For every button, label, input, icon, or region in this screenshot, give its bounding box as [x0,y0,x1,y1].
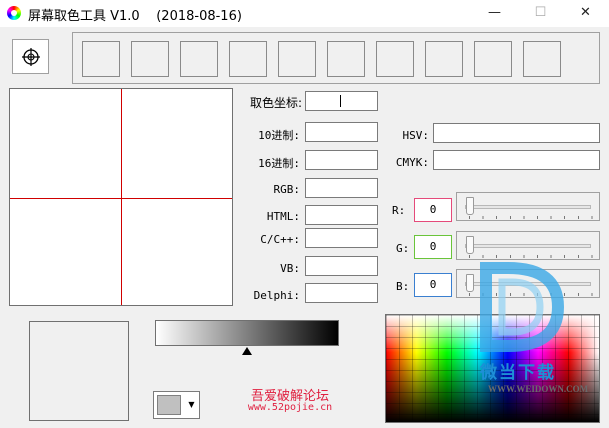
rgb-field[interactable] [305,178,378,198]
r-slider-thumb[interactable] [466,197,474,215]
maximize-button[interactable]: ☐ [518,0,563,27]
delphi-field[interactable] [305,283,378,303]
r-slider-ticks [469,216,593,219]
color-preview-box [29,321,129,421]
watermark-text: 微当下载 [480,363,556,383]
forum-url-link[interactable]: www.52pojie.cn [230,402,350,413]
recent-color-swatch[interactable] [327,41,365,77]
coord-field[interactable] [305,91,378,111]
html-field[interactable] [305,205,378,225]
chevron-down-icon[interactable]: ▼ [185,393,198,417]
g-slider-track [465,244,591,248]
recent-color-swatch[interactable] [131,41,169,77]
watermark-d-logo-icon [480,262,565,352]
cmyk-label: CMYK: [395,156,429,169]
g-slider-thumb[interactable] [466,236,474,254]
crosshair-target-icon [22,48,40,66]
b-value-field[interactable]: 0 [414,273,452,297]
cpp-label: C/C++: [260,233,300,246]
coord-label: 取色坐标: [249,96,302,110]
r-slider-track [465,205,591,209]
hex-field[interactable] [305,150,378,170]
recent-color-swatch[interactable] [474,41,512,77]
cmyk-field[interactable] [433,150,600,170]
rgb-label: RGB: [273,183,301,196]
app-color-wheel-icon [7,6,21,20]
recent-color-swatch[interactable] [82,41,120,77]
grayscale-marker-icon [242,347,252,355]
recent-color-swatch[interactable] [278,41,316,77]
minimize-button[interactable]: — [472,0,517,27]
g-value-field[interactable]: 0 [414,235,452,259]
window-title: 屏幕取色工具 V1.0 (2018-08-16) [28,9,242,24]
b-label: B: [396,280,410,293]
hsv-field[interactable] [433,123,600,143]
vb-label: VB: [280,262,300,275]
recent-colors-group [72,32,600,84]
crosshair-horizontal-line [10,198,232,199]
r-label: R: [392,204,406,217]
r-slider[interactable] [456,192,600,221]
hsv-label: HSV: [402,129,430,142]
recent-color-swatch[interactable] [376,41,414,77]
recent-color-swatch[interactable] [229,41,267,77]
b-slider-thumb[interactable] [466,274,474,292]
crosshair-vertical-line [121,89,122,305]
vb-field[interactable] [305,256,378,276]
recent-color-swatch[interactable] [425,41,463,77]
color-dropdown[interactable]: ▼ [153,391,200,419]
recent-color-swatch[interactable] [180,41,218,77]
recent-color-swatch[interactable] [523,41,561,77]
watermark-url: WWW.WEIDOWN.COM [488,384,589,394]
dropdown-color-swatch [157,395,181,415]
r-value-field[interactable]: 0 [414,198,452,222]
delphi-label: Delphi: [253,289,300,302]
close-button[interactable]: ✕ [563,0,608,27]
dec-field[interactable] [305,122,378,142]
magnifier-view [9,88,233,306]
cpp-field[interactable] [305,228,378,248]
g-slider[interactable] [456,231,600,260]
hex-label: 16进制: [258,157,300,170]
text-caret [340,95,341,107]
g-label: G: [396,242,410,255]
grayscale-bar[interactable] [155,320,339,346]
g-slider-ticks [469,255,593,258]
dec-label: 10进制: [258,129,300,142]
html-label: HTML: [266,210,300,223]
color-picker-button[interactable] [12,39,49,74]
